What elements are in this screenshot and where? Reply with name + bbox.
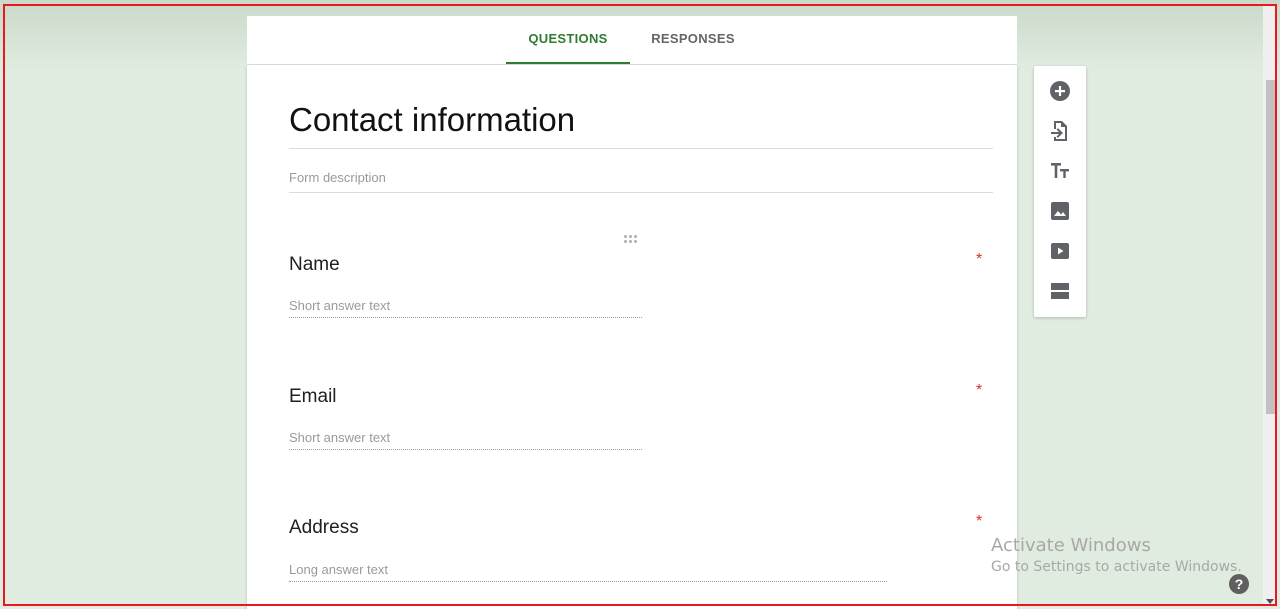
vertical-scrollbar[interactable] <box>1263 6 1277 604</box>
question-title-address[interactable]: Address <box>289 517 359 539</box>
short-answer-placeholder: Short answer text <box>289 430 642 450</box>
short-answer-placeholder: Short answer text <box>289 298 642 318</box>
drag-handle-icon[interactable] <box>624 235 640 245</box>
scroll-down-arrow-icon[interactable] <box>1266 599 1274 604</box>
required-marker: * <box>976 513 983 530</box>
add-section-icon[interactable] <box>1048 279 1072 303</box>
form-card: Contact information Form description Nam… <box>247 65 1017 609</box>
required-marker: * <box>976 382 983 399</box>
add-title-icon[interactable] <box>1048 159 1072 183</box>
long-answer-placeholder: Long answer text <box>289 562 887 582</box>
form-description-field[interactable]: Form description <box>289 170 993 193</box>
add-video-icon[interactable] <box>1048 239 1072 263</box>
activation-watermark-message: Go to Settings to activate Windows. <box>991 559 1242 575</box>
question-title-name[interactable]: Name <box>289 254 340 276</box>
form-title[interactable]: Contact information <box>289 99 993 149</box>
tab-responses[interactable]: RESPONSES <box>630 16 756 64</box>
add-question-icon[interactable] <box>1048 79 1072 103</box>
import-questions-icon[interactable] <box>1048 119 1072 143</box>
side-toolbar <box>1034 66 1086 317</box>
question-title-email[interactable]: Email <box>289 386 337 408</box>
tab-questions[interactable]: QUESTIONS <box>506 16 630 64</box>
required-marker: * <box>976 251 983 268</box>
add-image-icon[interactable] <box>1048 199 1072 223</box>
scrollbar-thumb[interactable] <box>1266 80 1275 414</box>
help-icon[interactable]: ? <box>1229 574 1249 594</box>
activation-watermark-title: Activate Windows <box>991 535 1151 556</box>
tab-bar: QUESTIONS RESPONSES <box>247 16 1017 65</box>
